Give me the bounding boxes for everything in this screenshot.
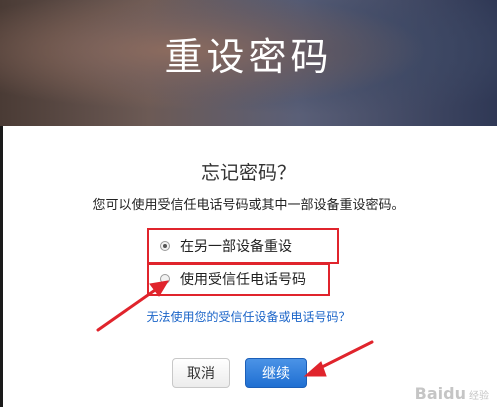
continue-button[interactable]: 继续 — [245, 358, 307, 388]
option-reset-on-other-device[interactable]: 在另一部设备重设 — [160, 234, 292, 258]
option-label: 使用受信任电话号码 — [180, 272, 306, 288]
arrow-head-icon — [303, 361, 327, 377]
option-label: 在另一部设备重设 — [180, 239, 292, 255]
option-use-trusted-phone[interactable]: 使用受信任电话号码 — [160, 267, 306, 291]
radio-unselected-icon[interactable] — [160, 274, 170, 284]
cannot-use-device-link[interactable]: 无法使用您的受信任设备或电话号码？ — [0, 308, 497, 325]
baidu-watermark: Baidu 经验 — [415, 384, 489, 403]
page-title: 重设密码 — [164, 35, 333, 79]
radio-selected-icon[interactable] — [160, 241, 170, 251]
question-heading: 忘记密码？ — [200, 162, 296, 184]
header-banner: 重设密码 — [0, 0, 497, 126]
cancel-button[interactable]: 取消 — [172, 358, 230, 388]
watermark-suffix: 经验 — [469, 391, 489, 402]
watermark-brand: Baidu — [414, 384, 466, 403]
arrow-to-continue-icon — [314, 340, 374, 372]
description-text: 您可以使用受信任电话号码或其中一部设备重设密码。 — [92, 198, 405, 213]
